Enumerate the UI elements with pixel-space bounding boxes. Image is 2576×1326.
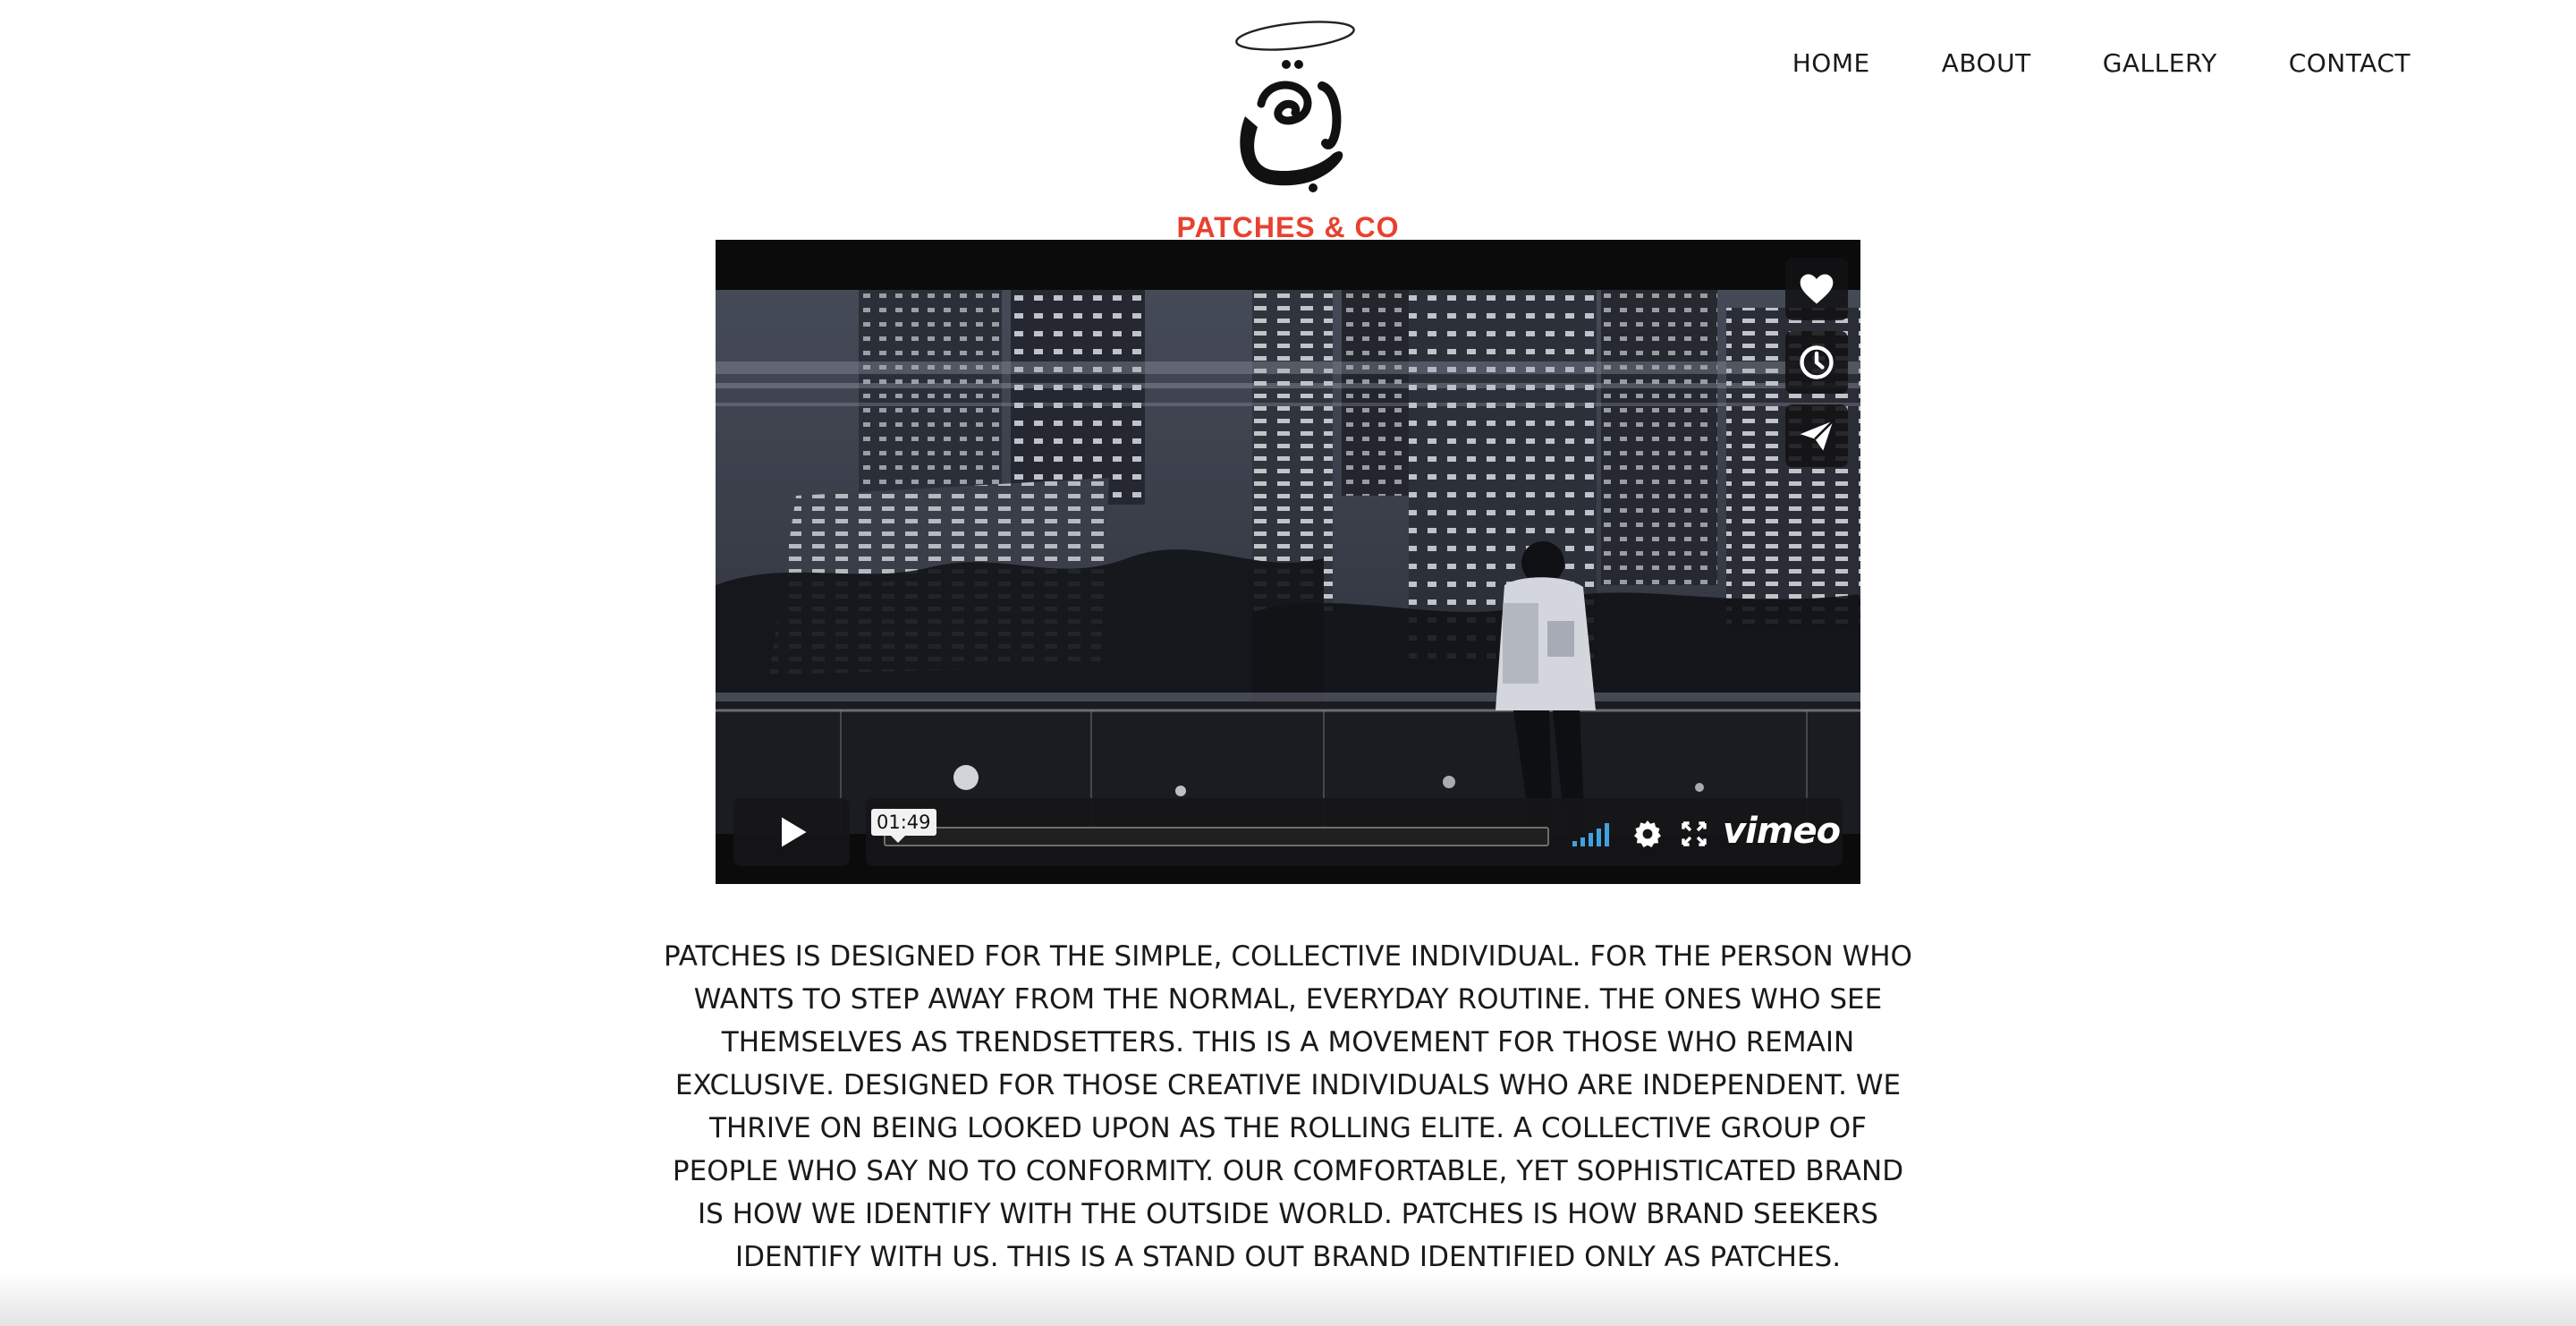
play-icon bbox=[782, 817, 807, 847]
nav-contact[interactable]: CONTACT bbox=[2289, 48, 2411, 78]
like-button[interactable] bbox=[1785, 258, 1848, 320]
nav-home[interactable]: HOME bbox=[1792, 48, 1870, 78]
fullscreen-icon[interactable] bbox=[1680, 820, 1708, 848]
progress-bar[interactable]: 01:49 bbox=[871, 809, 1549, 846]
video-side-actions bbox=[1785, 258, 1848, 467]
heart-icon bbox=[1800, 274, 1834, 304]
control-bar: 01:49 vimeo bbox=[866, 798, 1843, 866]
clock-icon bbox=[1800, 345, 1834, 379]
time-tooltip: 01:49 bbox=[871, 809, 936, 843]
brand-description: PATCHES IS DESIGNED FOR THE SIMPLE, COLL… bbox=[664, 940, 1912, 1273]
bottom-shadow bbox=[0, 1272, 2576, 1326]
main-nav: HOME ABOUT GALLERY CONTACT bbox=[1792, 48, 2411, 78]
nav-gallery[interactable]: GALLERY bbox=[2103, 48, 2217, 78]
vimeo-logo[interactable]: vimeo bbox=[1723, 811, 1841, 852]
play-button[interactable] bbox=[733, 798, 850, 866]
video-player[interactable]: 01:49 vimeo bbox=[716, 240, 1860, 884]
volume-icon[interactable] bbox=[1571, 820, 1615, 848]
site-header: PATCHES & CO HOME ABOUT GALLERY CONTACT bbox=[0, 0, 2576, 243]
video-controls: 01:49 vimeo bbox=[733, 796, 1843, 868]
video-frame[interactable] bbox=[716, 290, 1860, 834]
settings-icon[interactable] bbox=[1631, 818, 1664, 850]
brand-logo[interactable] bbox=[1199, 9, 1377, 197]
arabic-calligraphy-logo-icon bbox=[1235, 21, 1355, 192]
nav-about[interactable]: ABOUT bbox=[1942, 48, 2031, 78]
watch-later-button[interactable] bbox=[1785, 331, 1848, 394]
video-still-city-night bbox=[716, 290, 1860, 834]
paper-plane-icon bbox=[1800, 420, 1835, 451]
share-button[interactable] bbox=[1785, 404, 1848, 467]
